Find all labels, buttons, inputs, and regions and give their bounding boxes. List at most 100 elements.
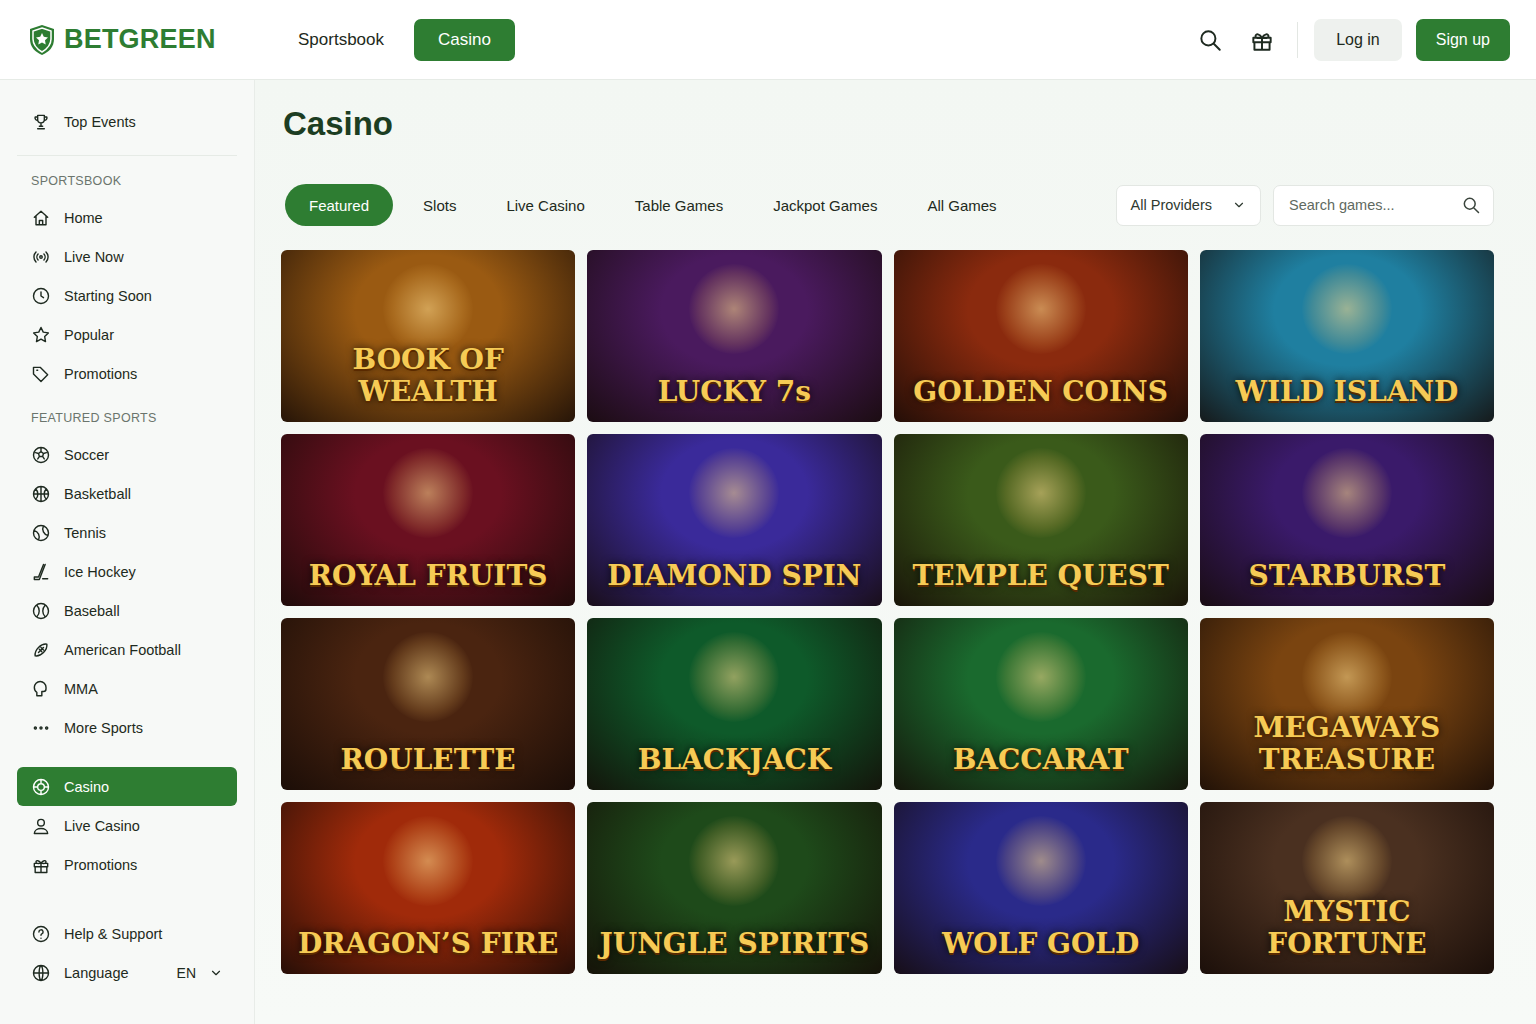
game-tile[interactable]: BLACKJACK [587, 618, 881, 790]
game-title: LUCKY 7s [658, 376, 811, 408]
sidebar-item[interactable]: Popular [17, 315, 237, 354]
category-tab[interactable]: Table Games [611, 184, 747, 226]
game-tile[interactable]: WILD ISLAND [1200, 250, 1494, 422]
sidebar-item[interactable]: Promotions [17, 845, 237, 884]
category-tab[interactable]: Slots [399, 184, 480, 226]
tile-art [689, 448, 779, 538]
language-value: EN [177, 965, 196, 981]
sidebar-item-label: Popular [64, 327, 114, 343]
sidebar-item[interactable]: Live Now [17, 237, 237, 276]
sidebar-item[interactable]: Starting Soon [17, 276, 237, 315]
sidebar-item[interactable]: Top Events [17, 102, 237, 141]
sidebar-item[interactable]: Home [17, 198, 237, 237]
sidebar-item-icon [31, 208, 51, 228]
language-label: Language [64, 965, 164, 981]
sidebar-item[interactable]: Tennis [17, 513, 237, 552]
provider-dropdown[interactable]: All Providers [1116, 185, 1261, 226]
game-tile[interactable]: BACCARAT [894, 618, 1188, 790]
sidebar-item[interactable]: Casino [17, 767, 237, 806]
sidebar-item[interactable]: Baseball [17, 591, 237, 630]
game-tile[interactable]: TEMPLE QUEST [894, 434, 1188, 606]
sidebar-item[interactable]: MMA [17, 669, 237, 708]
search-button[interactable] [1191, 21, 1229, 59]
sidebar-item[interactable]: More Sports [17, 708, 237, 747]
search-icon [1197, 27, 1223, 53]
game-tile[interactable]: DIAMOND SPIN [587, 434, 881, 606]
sidebar-item-icon [31, 640, 51, 660]
game-tile[interactable]: MEGAWAYS TREASURE [1200, 618, 1494, 790]
game-tile[interactable]: GOLDEN COINS [894, 250, 1188, 422]
sidebar-item-label: Tennis [64, 525, 106, 541]
sidebar-item-label: Baseball [64, 603, 120, 619]
sidebar-item[interactable]: Ice Hockey [17, 552, 237, 591]
sidebar-item-icon [31, 601, 51, 621]
game-tile[interactable]: DRAGON’S FIRE [281, 802, 575, 974]
tile-art [996, 816, 1086, 906]
tile-art [383, 816, 473, 906]
category-tab[interactable]: Live Casino [482, 184, 608, 226]
game-tile[interactable]: STARBURST [1200, 434, 1494, 606]
game-grid: BOOK OF WEALTH LUCKY 7s GOLDEN COINS WILD I… [281, 250, 1494, 974]
sidebar-item[interactable]: Promotions [17, 354, 237, 393]
top-nav-item[interactable]: Casino [414, 19, 515, 61]
game-tile[interactable]: MYSTIC FORTUNE [1200, 802, 1494, 974]
sidebar-item[interactable]: American Football [17, 630, 237, 669]
sidebar-item[interactable]: Soccer [17, 435, 237, 474]
game-tile[interactable]: JUNGLE SPIRITS [587, 802, 881, 974]
help-link[interactable]: Help & Support [17, 914, 237, 953]
tile-art [383, 448, 473, 538]
tile-art [1302, 816, 1392, 906]
tile-art [996, 448, 1086, 538]
game-tile[interactable]: ROULETTE [281, 618, 575, 790]
category-tab[interactable]: Featured [285, 184, 393, 226]
sidebar-item-label: Promotions [64, 857, 137, 873]
sidebar-item-icon [31, 247, 51, 267]
top-bar: BETGREENSportsbookCasino Log in Sign up [0, 0, 1536, 80]
tile-art [1302, 264, 1392, 354]
game-title: DIAMOND SPIN [607, 560, 861, 592]
category-tab[interactable]: Jackpot Games [749, 184, 901, 226]
game-title: GOLDEN COINS [913, 376, 1168, 408]
login-button[interactable]: Log in [1314, 19, 1402, 61]
sidebar-item-icon [31, 718, 51, 738]
game-tile[interactable]: WOLF GOLD [894, 802, 1188, 974]
game-search[interactable] [1273, 185, 1494, 226]
sidebar-item-icon [31, 679, 51, 699]
game-title: TEMPLE QUEST [913, 560, 1169, 592]
signup-button[interactable]: Sign up [1416, 19, 1510, 61]
tile-art [689, 816, 779, 906]
gift-icon [1249, 27, 1275, 53]
sidebar-item-icon [31, 364, 51, 384]
game-title: WOLF GOLD [942, 928, 1139, 960]
sidebar-item-label: Starting Soon [64, 288, 152, 304]
sidebar-item-label: Live Casino [64, 818, 140, 834]
game-title: BLACKJACK [638, 744, 831, 776]
category-tabs: FeaturedSlotsLive CasinoTable GamesJackp… [281, 184, 1100, 226]
sidebar-casino: Casino Live Casino Promotions [17, 767, 237, 884]
sidebar-item-label: Live Now [64, 249, 124, 265]
chevron-down-icon [209, 966, 223, 980]
globe-icon [31, 963, 51, 983]
game-tile[interactable]: BOOK OF WEALTH [281, 250, 575, 422]
page-title: Casino [283, 104, 1494, 144]
language-selector[interactable]: Language EN [17, 953, 237, 992]
game-tile[interactable]: LUCKY 7s [587, 250, 881, 422]
category-tab[interactable]: All Games [903, 184, 1020, 226]
shield-icon [28, 24, 56, 56]
sidebar-item-icon [31, 286, 51, 306]
sidebar-item-icon [31, 523, 51, 543]
search-input[interactable] [1287, 196, 1461, 214]
top-nav: SportsbookCasino [278, 19, 515, 61]
sidebar-item[interactable]: Live Casino [17, 806, 237, 845]
page-body: Top EventsSPORTSBOOKHomeLive NowStarting… [0, 80, 1536, 1024]
sidebar-item-label: Top Events [64, 114, 136, 130]
game-tile[interactable]: ROYAL FRUITS [281, 434, 575, 606]
gift-button[interactable] [1243, 21, 1281, 59]
top-nav-item[interactable]: Sportsbook [278, 19, 404, 61]
sidebar-item-icon [31, 816, 51, 836]
sidebar-item[interactable]: Basketball [17, 474, 237, 513]
header-divider [1297, 22, 1298, 58]
brand-logo[interactable]: BETGREEN [28, 24, 278, 56]
game-title: ROULETTE [341, 744, 516, 776]
sidebar-item-label: MMA [64, 681, 98, 697]
